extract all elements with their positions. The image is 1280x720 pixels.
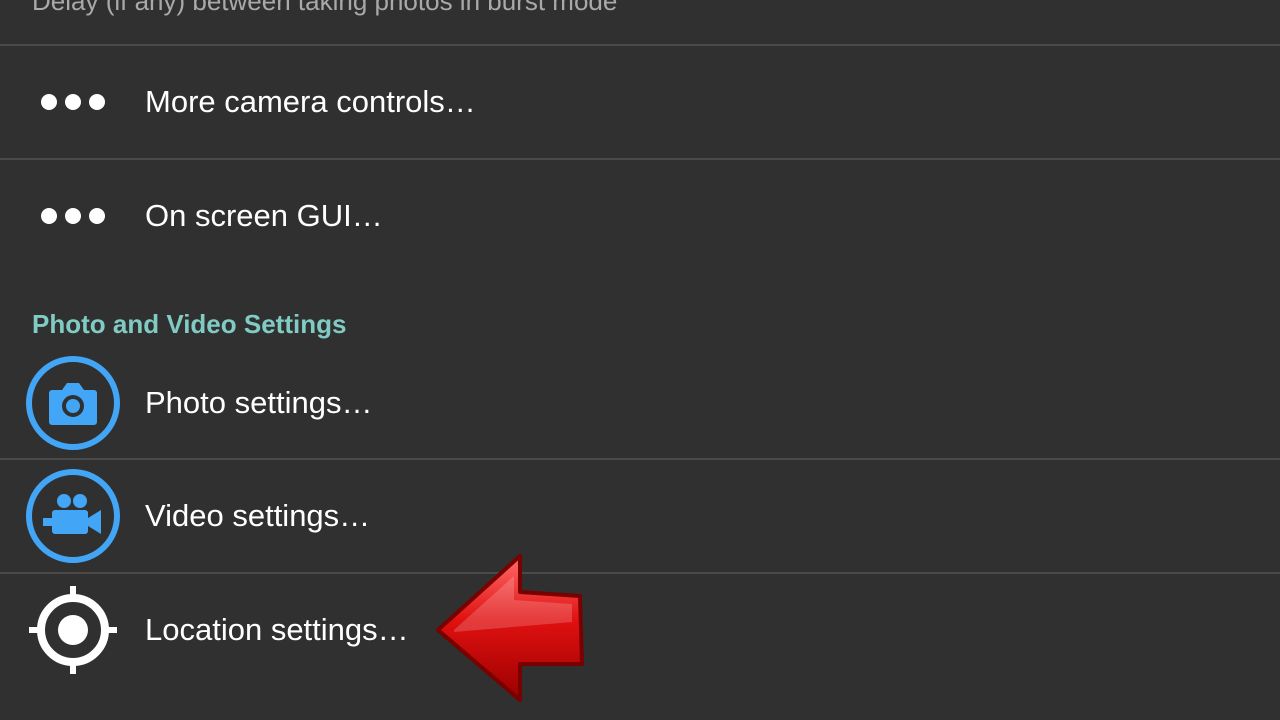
video-settings-item[interactable]: Video settings…	[0, 460, 1280, 572]
burst-delay-summary: Delay (if any) between taking photos in …	[32, 0, 618, 16]
on-screen-gui-label: On screen GUI…	[145, 198, 383, 233]
photo-video-category-header: Photo and Video Settings	[32, 309, 347, 339]
location-target-icon	[25, 582, 121, 678]
location-settings-item[interactable]: Location settings…	[0, 574, 1280, 686]
settings-screen: Delay (if any) between taking photos in …	[0, 0, 1280, 720]
video-camera-icon	[25, 468, 121, 564]
location-settings-label: Location settings…	[145, 612, 409, 647]
more-dots-icon	[25, 54, 121, 150]
video-settings-label: Video settings…	[145, 498, 371, 533]
photo-settings-label: Photo settings…	[145, 385, 373, 420]
red-pointer-arrow-icon	[434, 552, 586, 704]
more-camera-controls-label: More camera controls…	[145, 84, 476, 119]
photo-settings-item[interactable]: Photo settings…	[0, 347, 1280, 459]
camera-icon	[25, 355, 121, 451]
more-camera-controls-item[interactable]: More camera controls…	[0, 46, 1280, 158]
on-screen-gui-item[interactable]: On screen GUI…	[0, 160, 1280, 272]
more-dots-icon	[25, 168, 121, 264]
